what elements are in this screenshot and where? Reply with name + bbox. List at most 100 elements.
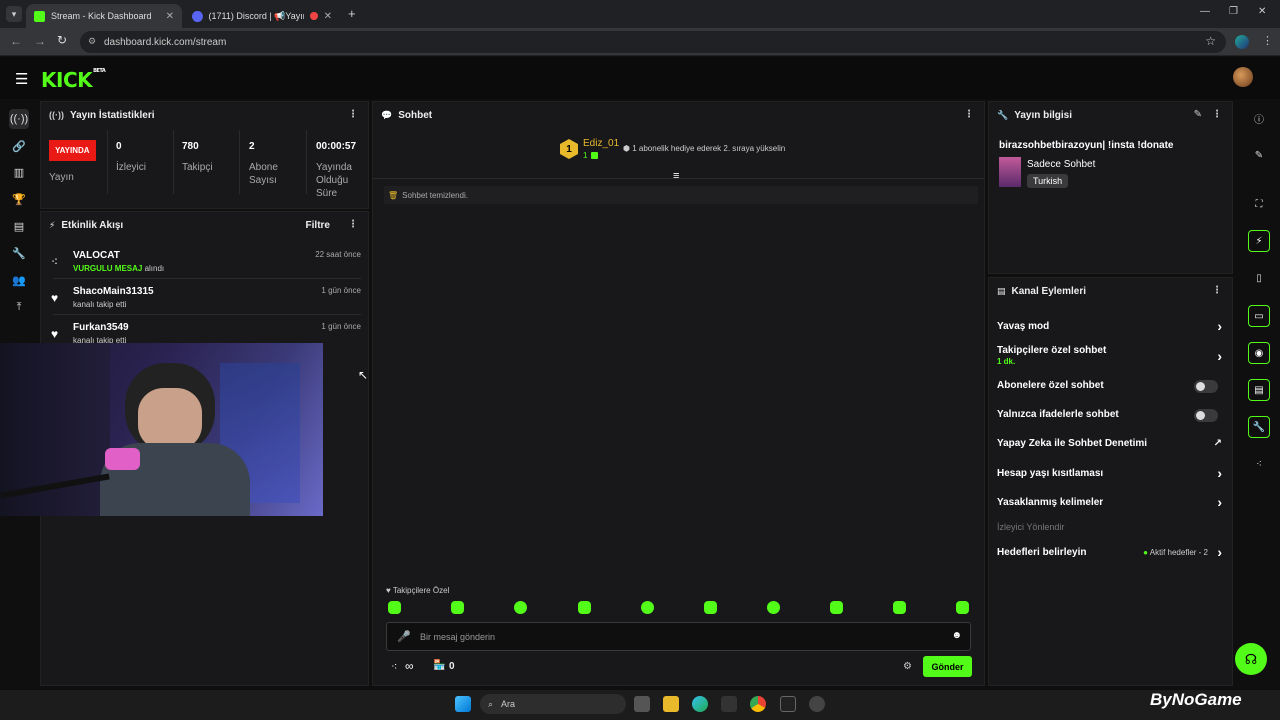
emote-icon[interactable] [451,601,464,614]
upload-icon[interactable]: ⤒ [10,298,28,316]
broadcast-icon[interactable]: ◉ [1248,342,1270,364]
url-field[interactable]: ⚙ dashboard.kick.com/stream ☆ [80,31,1226,53]
activity-menu-icon[interactable]: ⋮ [348,219,358,230]
close-tab-icon[interactable]: ✕ [324,11,332,22]
info-icon[interactable]: ⓘ [1248,107,1270,129]
emotes-chat-toggle[interactable] [1194,409,1218,422]
emote-icon[interactable] [956,601,969,614]
app-icon[interactable] [809,696,825,712]
subs-chat-toggle[interactable] [1194,380,1218,393]
kick-logo[interactable]: KICKBETA [41,68,106,92]
store-icon[interactable]: 🏪 [433,660,445,671]
stat-label: Yayın [49,172,74,183]
site-info-icon[interactable]: ⚙ [88,36,96,47]
edit-icon[interactable]: ✎ [1194,109,1202,120]
trophy-icon[interactable]: 🏆 [10,190,28,208]
emote-icon[interactable] [641,601,654,614]
chat-menu-icon[interactable]: ⋮ [964,109,974,120]
channel-actions-header: ▤ Kanal Eylemleri [989,278,1232,304]
store-app-icon[interactable] [721,696,737,712]
feed-sub: VURGULU MESAJ alındı [73,264,165,273]
viewer-director-item: İzleyici Yönlendir [997,522,1065,532]
maximize-icon[interactable]: ❐ [1229,6,1238,17]
kick-header [0,57,1280,99]
taskbar-search[interactable]: ⌕ Ara [480,694,626,714]
chevron-right-icon: › [1217,494,1222,510]
leaderboard-count: 1 [583,151,588,160]
layout-icon[interactable]: ▤ [1248,379,1270,401]
users-icon[interactable]: 👥 [10,271,28,289]
edge-icon[interactable] [692,696,708,712]
goals-item[interactable]: Hedefleri belirleyin ● Aktif hedefler - … [997,544,1224,560]
stream-info-menu-icon[interactable]: ⋮ [1212,109,1222,120]
lightning-icon[interactable]: ⚡ [1248,230,1270,252]
epic-games-icon[interactable] [780,696,796,712]
bookmark-star-icon[interactable]: ☆ [1205,34,1216,48]
user-avatar[interactable] [1233,67,1253,87]
tab-title: (1711) Discord | 📢Yayın G [208,10,304,21]
link-icon[interactable]: 🔗 [10,137,28,155]
emote-icon[interactable] [893,601,906,614]
close-window-icon[interactable]: ✕ [1258,6,1266,17]
system-message-text: Sohbet temizlendi. [402,190,468,200]
send-button[interactable]: Gönder [923,656,972,677]
category-thumbnail[interactable] [999,157,1021,187]
followers-chat-item[interactable]: Takipçilere özel sohbet 1 dk. › [997,345,1224,367]
banned-words-item[interactable]: Yasaklanmış kelimeler › [997,494,1224,510]
chat-header: 💬 Sohbet [373,102,984,128]
emote-icon[interactable] [767,601,780,614]
microphone-icon[interactable]: 🎤 [397,630,411,643]
support-headset-icon[interactable]: ☊ [1235,643,1267,675]
fullscreen-icon[interactable]: ⛶ [1248,193,1270,215]
tab-discord[interactable]: (1711) Discord | 📢Yayın G ✕ [184,4,340,28]
wrench-icon[interactable]: 🔧 [10,244,28,262]
ai-moderation-item[interactable]: Yapay Zeka ile Sohbet Denetimi ↗ [997,438,1224,449]
slow-mode-item[interactable]: Yavaş mod › [997,318,1224,334]
minimize-icon[interactable]: — [1200,6,1210,17]
emoji-icon[interactable]: ☻ [951,630,962,641]
file-explorer-icon[interactable] [663,696,679,712]
emote-icon[interactable] [514,601,527,614]
layout-icon[interactable]: ▤ [10,217,28,235]
edit-icon[interactable]: ✎ [1248,144,1270,166]
channel-points-icon[interactable]: ⁖ [391,660,397,673]
account-age-item[interactable]: Hesap yaşı kısıtlaması › [997,465,1224,481]
dots-icon[interactable]: ⁖ [1248,453,1270,475]
stat-label: Abone Sayısı [249,162,278,186]
emote-icon[interactable] [830,601,843,614]
back-icon[interactable]: ← [10,34,22,48]
new-tab-button[interactable]: + [348,6,356,21]
close-tab-icon[interactable]: ✕ [166,11,174,22]
windows-start-icon[interactable] [455,696,471,712]
channel-actions-menu-icon[interactable]: ⋮ [1212,285,1222,296]
document-icon[interactable]: ▯ [1248,267,1270,289]
emote-icon[interactable] [388,601,401,614]
browser-menu-icon[interactable]: ⋮ [1262,34,1273,47]
reload-icon[interactable]: ↻ [57,33,67,47]
category-name[interactable]: Sadece Sohbet [1027,159,1095,170]
hamburger-menu-icon[interactable]: ☰ [15,70,28,88]
leaderboard-name[interactable]: Ediz_01 [583,138,619,149]
stats-menu-icon[interactable]: ⋮ [348,109,358,120]
tab-kick-dashboard[interactable]: Stream - Kick Dashboard ✕ [26,4,182,28]
filter-button[interactable]: Filtre [306,220,330,231]
forward-icon[interactable]: → [34,34,46,48]
wrench-icon: 🔧 [997,109,1009,120]
chat-icon[interactable]: ▭ [1248,305,1270,327]
search-icon: ⌕ [488,698,494,709]
emote-icon[interactable] [704,601,717,614]
subs-chat-item: Abonelere özel sohbet [997,380,1224,393]
expand-leaderboard-icon[interactable]: ≡ [673,170,679,182]
feed-name: ShacoMain31315 [73,286,154,297]
analytics-icon[interactable]: ▥ [10,163,28,181]
profile-avatar[interactable] [1235,35,1249,49]
chat-settings-icon[interactable]: ⚙ [903,661,912,672]
chrome-icon[interactable] [750,696,766,712]
wrench-icon[interactable]: 🔧 [1248,416,1270,438]
broadcast-icon[interactable]: ((·)) [9,109,29,129]
tab-list-icon[interactable]: ▾ [6,6,22,22]
mouse-cursor-icon: ↖ [358,368,369,382]
chat-input[interactable]: 🎤 Bir mesaj gönderin ☻ [386,622,971,651]
emote-icon[interactable] [578,601,591,614]
task-view-icon[interactable] [634,696,650,712]
